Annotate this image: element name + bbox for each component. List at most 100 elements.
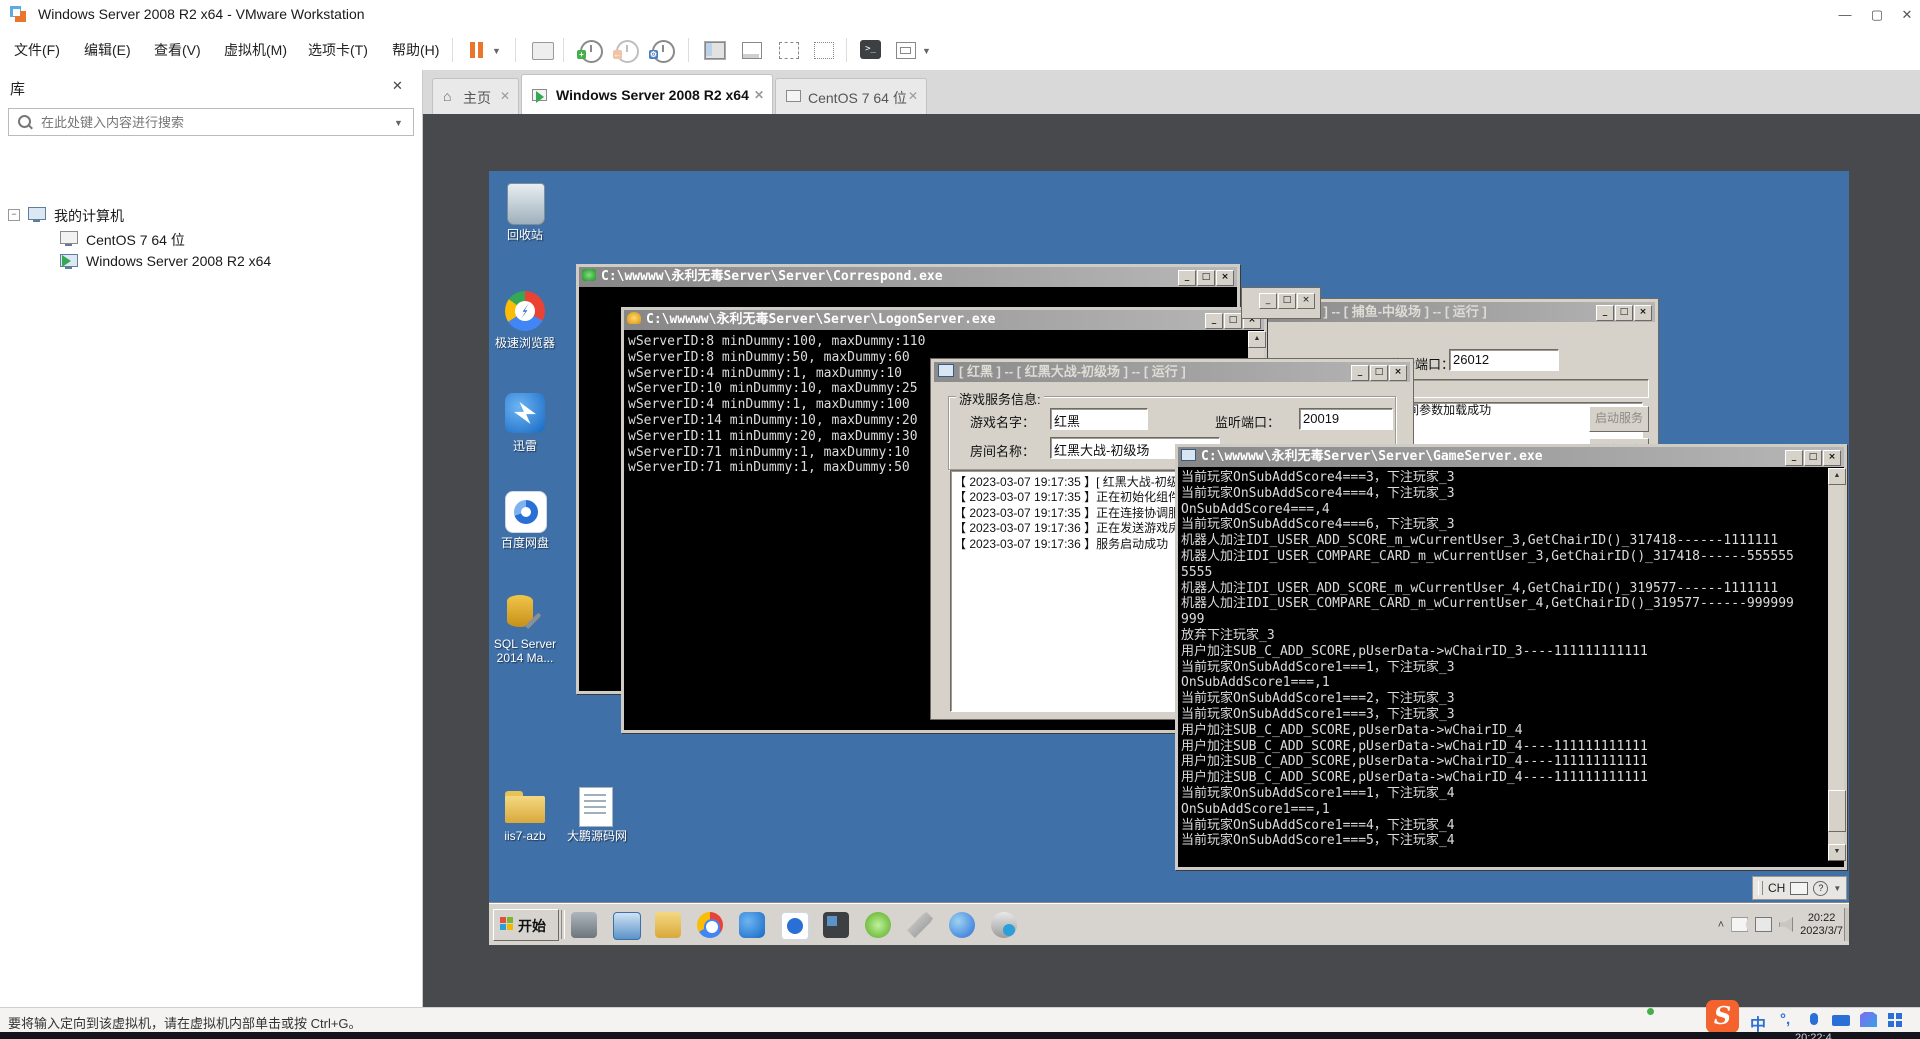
search-input[interactable] bbox=[39, 111, 373, 133]
thunder-taskbar-icon[interactable] bbox=[739, 912, 765, 938]
menu-file[interactable]: 文件(F) bbox=[14, 40, 60, 60]
close-icon[interactable]: × bbox=[1634, 305, 1652, 321]
maximize-icon[interactable]: □ bbox=[1278, 293, 1296, 309]
language-label[interactable]: CH bbox=[1768, 881, 1785, 895]
taskbar-clock[interactable]: 20:22 2023/3/7 bbox=[1800, 912, 1843, 938]
sql-server-icon[interactable] bbox=[507, 593, 541, 633]
scroll-down-icon[interactable]: ▼ bbox=[1828, 844, 1846, 861]
menu-help[interactable]: 帮助(H) bbox=[392, 40, 439, 60]
minimize-icon[interactable]: _ bbox=[1596, 305, 1614, 321]
close-icon[interactable]: × bbox=[1216, 270, 1234, 286]
recycle-bin-icon[interactable] bbox=[507, 183, 545, 225]
tab-winserver[interactable]: Windows Server 2008 R2 x64 ✕ bbox=[521, 74, 773, 115]
tab-centos[interactable]: CentOS 7 64 位 ✕ bbox=[775, 78, 927, 114]
start-button[interactable]: 开始 bbox=[493, 909, 559, 941]
langbar-help-icon[interactable]: ? bbox=[1813, 881, 1828, 896]
browser-globe-icon[interactable] bbox=[949, 912, 975, 938]
close-button[interactable]: ✕ bbox=[1892, 0, 1920, 29]
take-snapshot-icon[interactable]: + bbox=[580, 40, 603, 63]
search-dropdown-icon[interactable]: ▼ bbox=[394, 118, 403, 128]
logonserver-titlebar[interactable]: C:\wwwww\永利无毒Server\Server\LogonServer.e… bbox=[624, 310, 1264, 330]
close-icon[interactable]: × bbox=[1297, 293, 1315, 309]
gameserver-console-window[interactable]: C:\wwwww\永利无毒Server\Server\GameServer.ex… bbox=[1175, 444, 1847, 870]
keyboard-layout-icon[interactable] bbox=[1790, 882, 1808, 895]
maximize-icon[interactable]: □ bbox=[1615, 305, 1633, 321]
scroll-up-icon[interactable]: ▲ bbox=[1828, 468, 1846, 485]
desktop-icon-label[interactable]: 百度网盘 bbox=[489, 536, 570, 550]
close-icon[interactable]: × bbox=[1389, 365, 1407, 381]
minimize-button[interactable]: — bbox=[1830, 0, 1860, 29]
library-close-icon[interactable]: ✕ bbox=[392, 78, 403, 94]
volume-icon[interactable] bbox=[1779, 917, 1793, 932]
desktop-icon-label[interactable]: 回收站 bbox=[489, 228, 570, 242]
scroll-up-icon[interactable]: ▲ bbox=[1248, 331, 1266, 348]
ctrl-alt-del-icon[interactable] bbox=[532, 42, 554, 60]
gameserver-titlebar[interactable]: C:\wwwww\永利无毒Server\Server\GameServer.ex… bbox=[1178, 447, 1844, 467]
tab-close-icon[interactable]: ✕ bbox=[908, 89, 918, 103]
ime-toolbox-icon[interactable] bbox=[1888, 1013, 1894, 1019]
ime-keyboard-icon[interactable] bbox=[1832, 1015, 1850, 1026]
iis-folder-icon[interactable] bbox=[505, 791, 545, 823]
tab-home[interactable]: ⌂ 主页 ✕ bbox=[432, 78, 519, 114]
powershell-icon[interactable] bbox=[613, 912, 641, 940]
menu-view[interactable]: 查看(V) bbox=[154, 40, 201, 60]
server-manager-icon[interactable] bbox=[571, 912, 597, 938]
start-service-button[interactable]: 启动服务 bbox=[1589, 406, 1649, 432]
menu-tabs[interactable]: 选项卡(T) bbox=[308, 40, 368, 60]
console-taskbar-icon[interactable] bbox=[823, 912, 849, 938]
suspend-icon[interactable] bbox=[478, 42, 483, 58]
minimize-icon[interactable]: _ bbox=[1351, 365, 1369, 381]
suspend-dropdown-icon[interactable]: ▼ bbox=[492, 46, 501, 56]
vm-console-area[interactable]: 回收站 极速浏览器 迅雷 百度网盘 SQL Server 2014 Ma... bbox=[423, 114, 1920, 1007]
fullscreen-icon[interactable] bbox=[779, 42, 799, 59]
langbar-grip[interactable] bbox=[1758, 881, 1763, 895]
chrome-icon[interactable] bbox=[697, 912, 723, 938]
network-icon[interactable] bbox=[1755, 917, 1772, 932]
maximize-button[interactable]: ▢ bbox=[1862, 0, 1892, 29]
snapshot-manager-icon[interactable]: ⚙ bbox=[652, 40, 675, 63]
tab-close-icon[interactable]: ✕ bbox=[500, 89, 510, 103]
minimize-icon[interactable]: _ bbox=[1785, 450, 1803, 466]
gameserver-vscrollbar[interactable]: ▲ ▼ bbox=[1828, 468, 1844, 861]
suspend-icon[interactable] bbox=[470, 42, 475, 58]
sogou-logo-icon[interactable]: S bbox=[1706, 1000, 1739, 1033]
console-view-icon[interactable]: >_ bbox=[860, 40, 881, 59]
fishing-port-field[interactable]: 26012 bbox=[1449, 349, 1559, 371]
system-tray[interactable]: ˄ 20:22 2023/3/7 bbox=[1718, 908, 1843, 941]
fishing-titlebar[interactable]: [ 捕鱼 ] -- [ 捕鱼-中级场 ] -- [ 运行 ] _ □ × bbox=[1261, 302, 1655, 322]
collapse-icon[interactable]: − bbox=[8, 209, 20, 221]
langbar-options-icon[interactable]: ▼ bbox=[1833, 884, 1841, 893]
tab-close-icon[interactable]: ✕ bbox=[754, 88, 764, 102]
thunder-icon[interactable] bbox=[505, 393, 545, 433]
action-center-flag-icon[interactable] bbox=[1731, 917, 1748, 932]
dapeng-doc-icon[interactable] bbox=[579, 787, 613, 827]
desktop-icon-label[interactable]: 迅雷 bbox=[489, 439, 570, 453]
hidden-window-fragment[interactable]: _ □ × bbox=[1242, 288, 1320, 318]
ime-mic-icon[interactable] bbox=[1810, 1013, 1818, 1025]
language-bar[interactable]: CH ? ▼ bbox=[1752, 876, 1847, 900]
guest-desktop[interactable]: 回收站 极速浏览器 迅雷 百度网盘 SQL Server 2014 Ma... bbox=[489, 171, 1849, 945]
maximize-icon[interactable]: □ bbox=[1224, 313, 1242, 329]
recycle-green-icon[interactable] bbox=[865, 912, 891, 938]
unity-mode-icon[interactable] bbox=[814, 42, 834, 59]
revert-snapshot-icon[interactable]: ← bbox=[616, 40, 639, 63]
desktop-icon-label[interactable]: 大鹏源码网 bbox=[552, 829, 642, 843]
maximize-icon[interactable]: □ bbox=[1370, 365, 1388, 381]
settings-gear-icon[interactable] bbox=[991, 912, 1017, 938]
wrench-icon[interactable] bbox=[907, 912, 933, 938]
guest-taskbar[interactable]: 开始 ˄ 20 bbox=[489, 903, 1849, 945]
speed-browser-icon[interactable] bbox=[505, 291, 545, 331]
listen-port-field[interactable]: 20019 bbox=[1299, 408, 1393, 430]
game-name-field[interactable]: 红黑 bbox=[1050, 408, 1148, 430]
show-library-icon[interactable] bbox=[705, 42, 725, 59]
ime-skin-icon[interactable] bbox=[1860, 1012, 1877, 1027]
show-thumbnail-bar-icon[interactable] bbox=[742, 42, 762, 59]
maximize-icon[interactable]: □ bbox=[1197, 270, 1215, 286]
baidu-netdisk-icon[interactable] bbox=[505, 491, 547, 533]
baidu-netdisk-taskbar-icon[interactable] bbox=[781, 912, 809, 940]
stretch-guest-icon[interactable] bbox=[896, 42, 916, 59]
minimize-icon[interactable]: _ bbox=[1259, 293, 1277, 309]
explorer-folder-icon[interactable] bbox=[655, 912, 681, 938]
menu-edit[interactable]: 编辑(E) bbox=[84, 40, 131, 60]
desktop-icon-label[interactable]: 极速浏览器 bbox=[489, 336, 570, 350]
